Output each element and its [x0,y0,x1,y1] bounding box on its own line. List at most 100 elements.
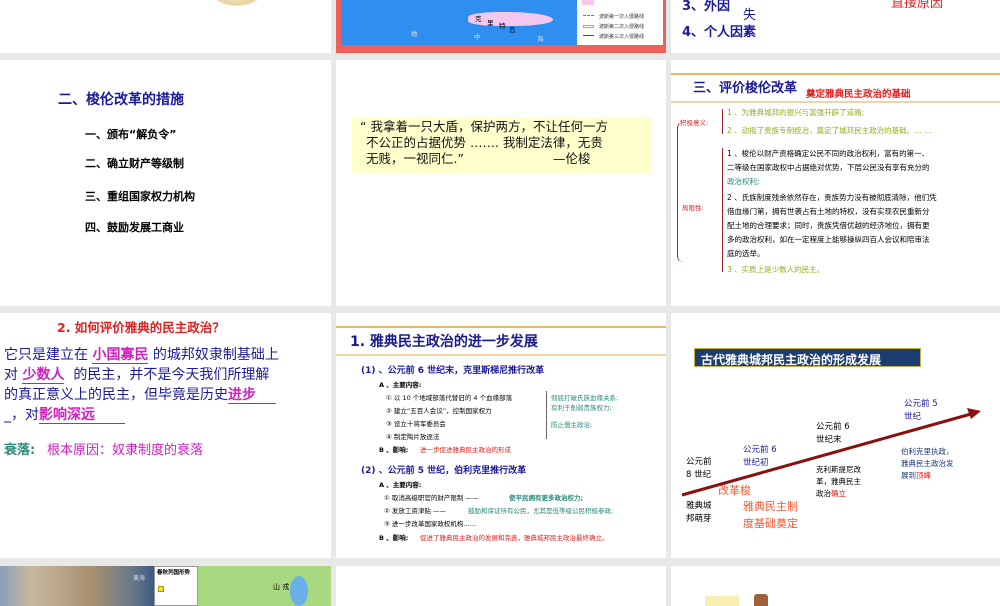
list-item: ① 以 10 个地域部落代替旧的 4 个血缘部落 [386,394,513,402]
divider [336,326,666,328]
answer-blank: 少数人 [22,367,65,384]
label-limitation: 局限性: [682,204,704,212]
list-item: 配土地的合理要求；同时，贵族凭借优越的经济地位，拥有更 [727,221,930,230]
text: 的真正意义上的民主，但毕竟是历史 [4,387,228,403]
decorative-image [212,0,262,6]
divider [671,73,1000,75]
timeline-desc: 雅典民主制 度基础奠定 [743,500,798,530]
text: 它只是建立在 [4,347,88,363]
legend-item: 波斯第二次入侵路线 [599,24,645,30]
quote-line: 不公正的占据优势 ……. 我制定法律，无贵 [366,135,603,150]
list-item: 1 、梭伦以财产资格确定公民不同的政治权利，富有的第一、 [727,149,930,158]
text: 进一步促进雅典民主政治的形成 [420,446,511,454]
section-heading: (1) 、公元前 6 世纪末，克里斯梯尼推行改革 [361,366,545,376]
brace [544,391,547,439]
label: A 、主要内容: [379,481,422,489]
list-item: ④ 制定陶片放逐法 [386,433,440,441]
timeline-desc: 克利斯提尼改 革，雅典民主 政治确立 [816,465,861,498]
list-item: 1 、为雅典城邦的振兴与富强开辟了道路; [727,108,865,117]
list-item: ③ 设立十将军委员会 [386,420,446,428]
timeline-date: 公元前 8 世纪 [686,457,712,480]
slide-thumb-r1c1[interactable] [0,0,331,53]
map-legend: 春秋列国形势 [154,566,198,606]
timeline-date: 公元前 6 世纪末 [816,422,850,445]
answer-blank: 进步 [228,387,276,404]
map-label: 里 [487,19,494,27]
slide-title: 2. 如何评价雅典的民主政治？ [57,320,225,335]
brace [722,148,726,272]
slide-thumb-r4c1[interactable]: 黄海 春秋列国形势 山 戎 [0,566,331,606]
label: 衰落: [4,443,36,458]
list-item: 多的政治权利，如在一定程度上能够操纵四百人会议和陪审法 [727,235,930,244]
slide-thumb-r4c3[interactable] [671,566,1000,606]
slide-thumb-r3c3[interactable]: 古代雅典城邦民主政治的形成发展 公元前 8 世纪 雅典城 邦萌芽 公元前 6 世纪初 … [671,313,1000,558]
label: B 、影响: [379,446,409,454]
slide-title: 1. 雅典民主政治的进一步发展 [350,334,538,350]
list-item: ③ 进一步改革国家政权机构…… [384,520,477,528]
slide-title: 二、梭伦改革的措施 [58,92,184,108]
map-image: 山 戎 [198,566,331,606]
map-label: 岛 [509,26,516,34]
brace [722,109,726,134]
brace [677,122,683,262]
annotation: 鼓励和保证所有公民，尤其是低等级公民积极参政; [468,507,614,515]
slide-thumb-r2c3[interactable]: 三、评价梭伦改革 奠定雅典民主政治的基础 积极意义: 局限性: 1 、为雅典城邦… [671,60,1000,306]
quote-box: “ 我拿着一只大盾，保护两方，不让任何一方 不公正的占据优势 ……. 我制定法律… [352,117,652,173]
annotation: 彻底打破氏族血缘关系; [551,394,619,402]
list-item: 3 、实质上是少数人的民主。 [727,265,825,274]
slide-thumb-r4c2[interactable] [336,566,666,606]
list-item: 一、颁布“解负令” [85,128,177,141]
timeline-desc: 伯利克里执政， 雅典民主政治发 展到顶峰 [901,447,954,480]
timeline-date: 公元前 5 世纪 [904,399,938,422]
slide-thumb-r2c1[interactable]: 二、梭伦改革的措施 一、颁布“解负令” 二、确立财产等级制 三、重组国家权力机构… [0,60,331,306]
timeline-desc: 雅典城 邦萌芽 [686,501,712,524]
satellite-image [0,566,154,606]
text: 根本原因：奴隶制度的衰落 [47,443,204,458]
map-label: 克 [475,15,482,23]
text: 促进了雅典民主政治的发展和完善，雅典城邦民主政治最终确立。 [420,534,609,542]
label: A 、主要内容: [379,381,422,389]
list-item: 三、重组国家权力机构 [85,190,195,203]
section-heading: (2) 、公元前 5 世纪，伯利克里推行改革 [361,466,527,476]
map-image: 克 里 特 岛 地 中 海 [341,0,577,45]
map-label: 海 [537,35,544,43]
text: _，对 [4,407,39,423]
map-label: 中 [474,33,481,41]
timeline-date: 公元前 6 世纪初 [743,445,777,468]
map-legend: 波斯第一次入侵路线 波斯第二次入侵路线 波斯第三次入侵路线 [577,0,663,45]
quote-author: —伦梭 [553,151,591,166]
slide-thumb-r2c2[interactable]: “ 我拿着一只大盾，保护两方，不让任何一方 不公正的占据优势 ……. 我制定法律… [336,60,666,306]
annotation: 有利于削弱贵族权力; [551,404,612,412]
list-item: 2 、氏族制度残余依然存在，贵族势力没有被彻底清除，他们凭 [727,193,937,202]
legend-item: 波斯第三次入侵路线 [599,34,645,40]
slide-thumb-r3c2[interactable]: 1. 雅典民主政治的进一步发展 (1) 、公元前 6 世纪末，克里斯梯尼推行改革… [336,313,666,558]
text: 的民主，并不是今天我们所理解 [73,367,270,383]
slide-title: 三、评价梭伦改革 [693,81,798,96]
list-item: 四、鼓励发展工商业 [85,221,184,234]
annotation: 使平民拥有更多政治权力; [509,494,584,502]
annotation: 防止僭主政治; [551,421,593,429]
list-item: 4、个人因素 [682,25,757,40]
body-text: 它只是建立在 小国寡民 的城邦奴隶制基础上 对 少数人 的民主，并不是今天我们所… [4,345,279,425]
legend-item: 波斯第一次入侵路线 [599,14,645,20]
quote-line: 无贱，一视同仁.” [366,151,464,166]
decorative-image [754,594,768,606]
text: 对 [4,367,18,383]
map-label: 地 [411,30,418,38]
list-item: 二、确立财产等级制 [85,157,184,170]
list-item: ② 发放工资津贴 —— [384,507,446,515]
list-item: 政治权利; [727,177,760,186]
slide-thumb-r1c2[interactable]: 克 里 特 岛 地 中 海 波斯第一次入侵路线 波斯第二次入侵路线 波斯第三次入… [336,0,666,53]
slide-thumb-r3c1[interactable]: 2. 如何评价雅典的民主政治？ 它只是建立在 小国寡民 的城邦奴隶制基础上 对 … [0,313,331,558]
slide-subtitle: 奠定雅典民主政治的基础 [806,89,911,100]
label: B 、影响: [379,534,409,542]
slide-thumb-r1c3[interactable]: 3、外因 失 4、个人因素 直接原因 [671,0,1000,53]
quote-line: “ 我拿着一只大盾，保护两方，不让任何一方 [360,119,608,134]
list-item: 3、外因 [682,0,731,14]
list-item: 二等级在国家政权中占据绝对优势，下层公民没有享有充分的 [727,163,930,172]
list-item: ② 建立“五百人会议”，控制国家权力 [386,407,492,415]
text: 的城邦奴隶制基础上 [152,347,279,363]
answer-blank: 小国寡民 [92,347,149,364]
list-item: 借血缘门第，拥有世袭占有土地的特权，没有实现农民重新分 [727,207,930,216]
timeline-label: 改革梭 [718,484,751,497]
